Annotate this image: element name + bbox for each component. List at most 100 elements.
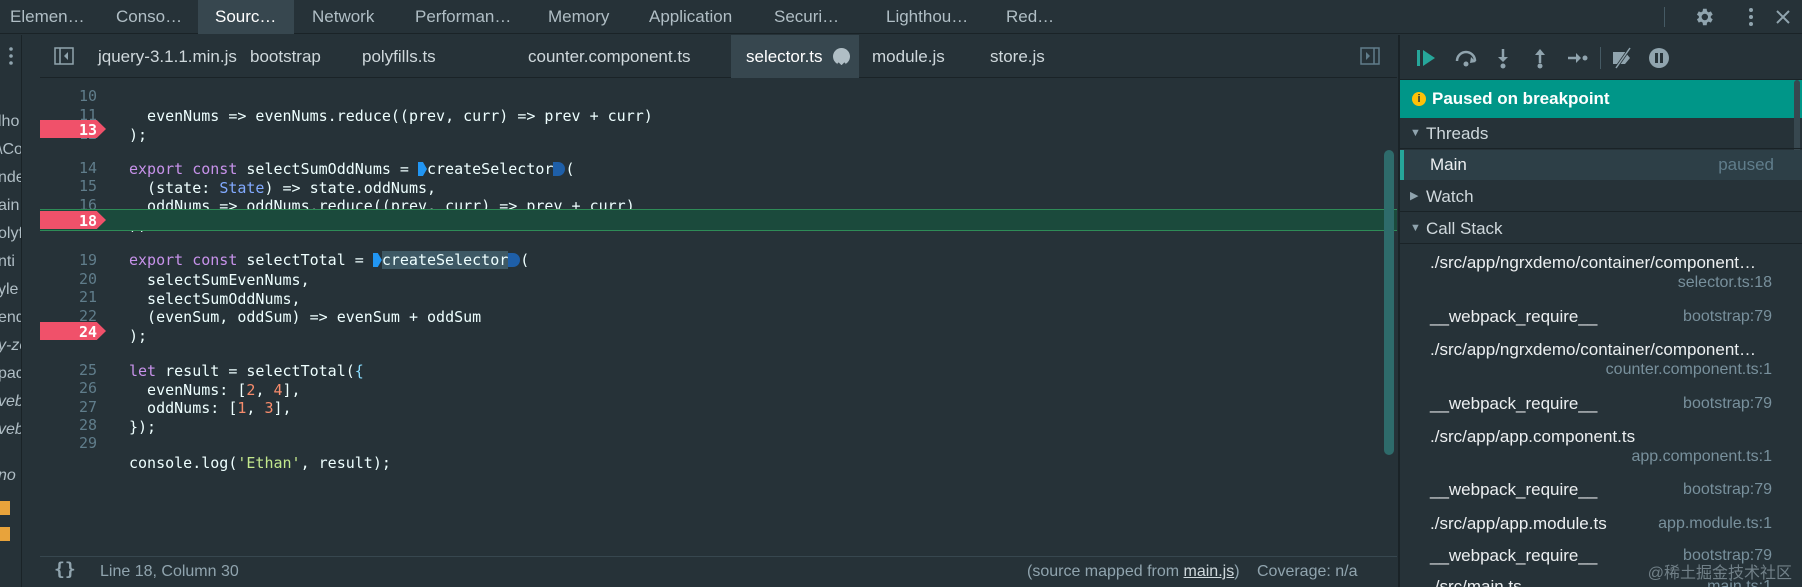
call-frame[interactable]: ./src/app/app.component.ts app.component… (1400, 427, 1802, 469)
navigator-item[interactable]: y-zo (0, 337, 21, 355)
breakpoint-marker[interactable]: 24 (40, 322, 106, 340)
file-tab-polyfills[interactable]: polyfills.ts (362, 35, 486, 78)
call-frame[interactable]: __webpack_require__ bootstrap:79 (1400, 394, 1802, 418)
navigator-pane: lho \Co nde ain olyf nti yle end y-zo pa… (0, 35, 22, 587)
toolbar-separator (1600, 47, 1601, 69)
navigator-item[interactable]: veb (0, 393, 21, 411)
line-number[interactable]: 29 (40, 433, 97, 453)
callstack-section-header[interactable]: ▼ Call Stack (1400, 213, 1802, 244)
navigator-item[interactable]: yle (0, 281, 18, 299)
code-line: 25 evenNums: [2, 4], (40, 340, 1397, 399)
code-line: 16 ); (40, 175, 1397, 234)
folder-icon (0, 527, 10, 541)
chevron-down-icon: ▼ (1410, 127, 1421, 139)
code-line: 19 selectSumEvenNums, (40, 230, 1397, 289)
frame-location[interactable]: bootstrap:79 (1683, 481, 1772, 499)
frame-function: __webpack_require__ (1430, 546, 1598, 565)
navigator-item[interactable]: nde (0, 169, 21, 187)
watch-section-header[interactable]: ▶ Watch (1400, 181, 1802, 212)
frame-location[interactable]: selector.ts:18 (1678, 274, 1772, 292)
tab-elements[interactable]: Elemen… (0, 0, 96, 34)
threads-section-header[interactable]: ▼ Threads (1400, 118, 1802, 149)
tab-redux[interactable]: Red… (992, 0, 1062, 34)
code-line: 15 oddNums => oddNums.reduce((prev, curr… (40, 156, 1397, 215)
editor-scrollbar-thumb[interactable] (1384, 150, 1394, 455)
folder-icon (0, 501, 10, 515)
paused-banner: i Paused on breakpoint (1400, 80, 1802, 118)
breakpoint-marker[interactable]: 13 (40, 120, 106, 138)
call-frame[interactable]: ./src/app/ngrxdemo/container/component… … (1400, 340, 1802, 382)
thread-row-main[interactable]: Main paused (1400, 150, 1802, 180)
file-tab-module[interactable]: module.js (872, 35, 972, 78)
section-label: Call Stack (1426, 219, 1503, 238)
line-number[interactable]: 18 (40, 211, 97, 229)
source-map-info: (source mapped from main.js) (1027, 563, 1240, 580)
call-frame[interactable]: __webpack_require__ bootstrap:79 (1400, 480, 1802, 504)
navigator-item[interactable]: nti (0, 253, 15, 271)
current-execution-line: 18 export const selectTotal = createSele… (40, 209, 1397, 269)
file-tab-jquery[interactable]: jquery-3.1.1.min.js (88, 35, 248, 78)
breakpoint-marker[interactable]: 18 (40, 211, 106, 229)
navigator-item[interactable]: end (0, 309, 21, 327)
frame-location[interactable]: app.module.ts:1 (1658, 515, 1772, 533)
code-line: 13 export const selectSumOddNums = creat… (40, 119, 1397, 178)
navigator-menu-icon[interactable] (6, 45, 16, 67)
tab-sources[interactable]: Sourc… (198, 0, 294, 34)
navigator-item[interactable]: veb (0, 421, 21, 439)
navigator-item[interactable]: no (0, 467, 16, 485)
resume-icon[interactable] (1414, 46, 1438, 70)
close-devtools-icon[interactable] (1774, 8, 1792, 26)
frame-function: __webpack_require__ (1430, 394, 1598, 413)
frame-function: ./src/app/ngrxdemo/container/component… (1430, 340, 1757, 359)
line-number[interactable]: 24 (40, 322, 97, 340)
file-tab-counter-component[interactable]: counter.component.ts (528, 35, 708, 78)
step-into-icon[interactable] (1491, 46, 1515, 70)
close-tab-icon[interactable] (833, 48, 850, 71)
call-frame[interactable]: __webpack_require__ bootstrap:79 (1400, 307, 1802, 331)
debugger-sidebar: i Paused on breakpoint ▼ Threads Main pa… (1400, 35, 1802, 587)
line-number[interactable]: 13 (40, 120, 97, 138)
navigator-item[interactable]: lho (0, 113, 19, 131)
frame-location[interactable]: bootstrap:79 (1683, 395, 1772, 413)
gear-icon[interactable] (1693, 6, 1715, 28)
tab-memory[interactable]: Memory (533, 0, 633, 34)
tab-console[interactable]: Conso… (100, 0, 194, 34)
code-line: 20 selectSumOddNums, (40, 249, 1397, 308)
step-out-icon[interactable] (1528, 46, 1552, 70)
pause-on-exceptions-icon[interactable] (1647, 46, 1671, 70)
call-frame[interactable]: ./src/app/ngrxdemo/container/component… … (1400, 253, 1802, 295)
toggle-navigator-icon[interactable] (54, 47, 74, 65)
deactivate-breakpoints-icon[interactable] (1610, 46, 1634, 70)
tab-lighthouse[interactable]: Lighthou… (868, 0, 988, 34)
frame-location[interactable]: counter.component.ts:1 (1606, 361, 1772, 379)
code-line: 11 ); (40, 85, 1397, 144)
toggle-debugger-icon[interactable] (1360, 47, 1380, 65)
thread-status: paused (1718, 155, 1774, 174)
navigator-item[interactable]: ain (0, 197, 19, 215)
file-tab-store[interactable]: store.js (990, 35, 1080, 78)
more-menu-icon[interactable] (1744, 6, 1758, 28)
section-label: Threads (1426, 124, 1489, 143)
debugger-toolbar (1400, 35, 1802, 80)
file-tab-bootstrap[interactable]: bootstrap (250, 35, 360, 78)
tab-security[interactable]: Securi… (758, 0, 868, 34)
navigator-item[interactable]: \Co (0, 141, 21, 159)
tab-performance[interactable]: Performan… (400, 0, 530, 34)
frame-location[interactable]: bootstrap:79 (1683, 308, 1772, 326)
toolbar-separator (1664, 7, 1665, 27)
section-label: Watch (1426, 187, 1474, 206)
tab-application[interactable]: Application (634, 0, 758, 34)
frame-function: __webpack_require__ (1430, 307, 1598, 326)
step-icon[interactable] (1565, 46, 1589, 70)
navigator-item[interactable]: pac (0, 365, 21, 383)
file-tab-selector[interactable]: selector.ts (731, 35, 859, 78)
code-editor[interactable]: 10 evenNums => evenNums.reduce((prev, cu… (40, 79, 1397, 555)
tab-network[interactable]: Network (298, 0, 398, 34)
source-map-link[interactable]: main.js (1184, 563, 1235, 580)
pretty-print-icon[interactable]: {} (54, 559, 76, 580)
step-over-icon[interactable] (1454, 46, 1478, 70)
frame-location[interactable]: app.component.ts:1 (1631, 448, 1772, 466)
navigator-item[interactable]: olyf (0, 225, 21, 243)
call-frame[interactable]: ./src/app/app.module.ts app.module.ts:1 (1400, 514, 1802, 538)
watermark: @稀土掘金技术社区 (1647, 565, 1792, 582)
